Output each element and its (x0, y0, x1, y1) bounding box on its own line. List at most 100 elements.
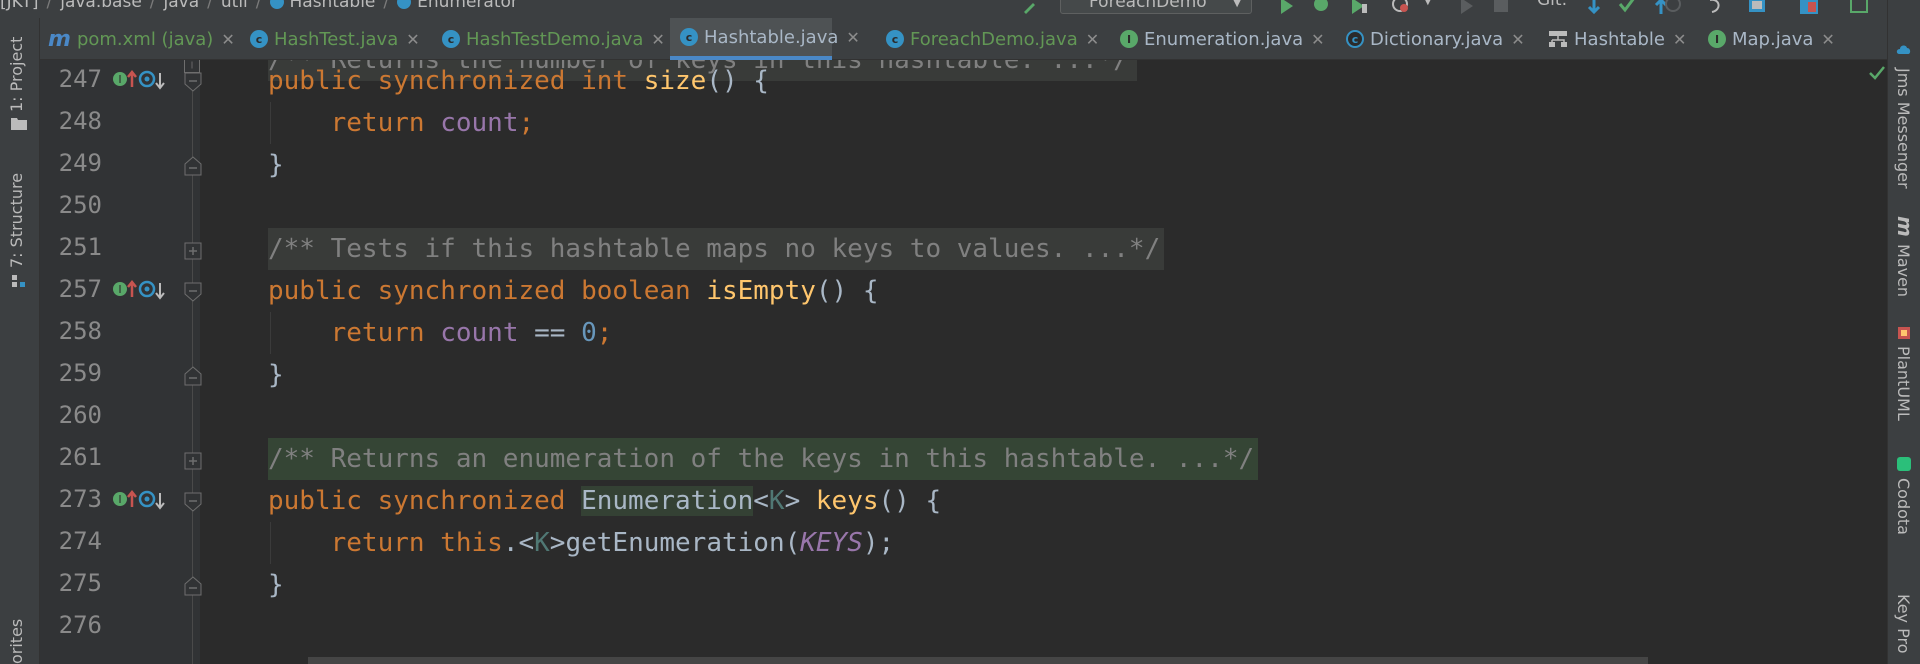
line-number: 274 (58, 527, 102, 555)
line-number: 247 (58, 65, 102, 93)
fold-start-icon[interactable] (184, 72, 202, 92)
tab-label: HashTest.java (274, 28, 399, 50)
codota-tool-button[interactable]: Codota (1894, 478, 1913, 535)
code-editor[interactable]: 247 248 249 250 251 257 258 259 260 261 … (40, 60, 1887, 664)
key-promoter-tool-button[interactable]: Key Pro (1894, 594, 1913, 653)
maven-icon: m (1893, 216, 1917, 237)
interface-icon: I (1120, 30, 1138, 48)
line-number: 261 (58, 443, 102, 471)
tab-hashtestdemo[interactable]: c HashTestDemo.java ✕ (442, 18, 665, 60)
tab-hashtest[interactable]: c HashTest.java ✕ (250, 18, 420, 60)
stop-icon[interactable] (1492, 0, 1510, 14)
code-line: public synchronized int size() { (268, 60, 769, 102)
class-icon: c (886, 30, 904, 48)
line-number: 251 (58, 233, 102, 261)
breadcrumb-item[interactable]: util (221, 0, 248, 12)
plantuml-tool-button[interactable]: PlantUML (1894, 346, 1913, 421)
tab-label: HashTestDemo.java (466, 28, 644, 50)
tab-dictionary[interactable]: c Dictionary.java ✕ (1346, 18, 1525, 60)
inspection-ok-icon[interactable] (1868, 65, 1886, 81)
tab-foreachdemo[interactable]: c ForeachDemo.java ✕ (886, 18, 1099, 60)
close-icon[interactable]: ✕ (1086, 30, 1099, 49)
expand-fold-icon[interactable] (184, 242, 202, 260)
debug-icon[interactable] (1312, 0, 1330, 14)
code-token: return (330, 528, 425, 558)
close-icon[interactable]: ✕ (406, 30, 419, 49)
code-token: < (753, 486, 769, 516)
fold-end-icon[interactable] (184, 366, 202, 386)
code-token: int (581, 66, 629, 96)
breadcrumb-item[interactable]: java.base (60, 0, 142, 12)
fold-end-icon[interactable] (184, 576, 202, 596)
folded-doc-comment[interactable]: /** Tests if this hashtable maps no keys… (268, 228, 1165, 270)
git-label: Git: (1537, 0, 1568, 10)
implements-marker-icon[interactable]: I (112, 69, 172, 91)
tab-pom-xml[interactable]: m pom.xml (java) ✕ (48, 18, 235, 60)
class-icon: c (442, 30, 460, 48)
expand-fold-icon[interactable] (184, 452, 202, 470)
implements-marker-icon[interactable]: I (112, 279, 172, 301)
fold-start-icon[interactable] (184, 282, 202, 302)
favorites-tool-button[interactable]: orites (7, 614, 26, 664)
cloud-icon (1896, 45, 1911, 54)
chevron-down-icon[interactable]: ▼ (1424, 0, 1432, 7)
highlighted-identifier[interactable]: Enumeration (581, 486, 754, 516)
code-token: K (768, 486, 785, 516)
horizontal-scrollbar[interactable] (308, 657, 1648, 664)
close-icon[interactable]: ✕ (1311, 30, 1324, 49)
structure-tool-button[interactable]: 7: Structure (7, 164, 26, 268)
breadcrumb-item[interactable]: Hashtable (290, 0, 376, 12)
svg-text:I: I (118, 493, 121, 506)
structure-icon (12, 275, 25, 287)
breadcrumb-item[interactable]: java (164, 0, 200, 12)
translate-icon[interactable] (1800, 0, 1818, 14)
close-icon[interactable]: ✕ (1673, 30, 1686, 49)
tab-hashtable-java[interactable]: c Hashtable.java ✕ (670, 18, 860, 60)
code-line: } (268, 360, 284, 390)
code-token: return (330, 108, 425, 138)
line-number: 260 (58, 401, 102, 429)
folded-doc-comment[interactable]: /** Returns an enumeration of the keys i… (268, 438, 1259, 480)
tab-hashtable-diagram[interactable]: Hashtable ✕ (1548, 18, 1686, 60)
rerun-icon[interactable] (1458, 0, 1476, 14)
close-icon[interactable]: ✕ (651, 30, 664, 49)
maven-icon: m (48, 26, 71, 52)
code-token: count (440, 318, 519, 348)
breadcrumb-item[interactable]: Enumerator (417, 0, 518, 12)
git-commit-icon[interactable] (1618, 0, 1636, 14)
git-update-icon[interactable] (1585, 0, 1603, 14)
profile-icon[interactable] (1392, 0, 1410, 14)
code-token: this (440, 528, 503, 558)
terminal-icon[interactable] (1850, 0, 1868, 14)
code-token: keys (815, 486, 879, 516)
fold-end-icon[interactable] (184, 156, 202, 176)
jms-messenger-tool-button[interactable]: Jms Messenger (1894, 68, 1913, 189)
code-token: == (518, 318, 582, 348)
close-icon[interactable]: ✕ (1511, 30, 1524, 49)
implements-marker-icon[interactable]: I (112, 489, 172, 511)
history-icon[interactable] (1664, 0, 1682, 14)
rollback-icon[interactable] (1706, 0, 1724, 14)
project-tool-button[interactable]: 1: Project (7, 32, 26, 112)
run-with-coverage-icon[interactable] (1350, 0, 1368, 14)
run-icon[interactable] (1278, 0, 1296, 14)
close-icon[interactable]: ✕ (221, 30, 234, 49)
fold-guide-line (192, 60, 193, 664)
tab-label: pom.xml (java) (76, 28, 214, 50)
code-token: .< (502, 528, 535, 558)
close-icon[interactable]: ✕ (846, 28, 859, 47)
tab-enumeration[interactable]: I Enumeration.java ✕ (1120, 18, 1325, 60)
run-configuration-selector[interactable]: ForeachDemo ▼ (1060, 0, 1252, 14)
maven-tool-button[interactable]: Maven (1894, 244, 1913, 297)
diagram-icon (1549, 31, 1567, 47)
abstract-class-icon: c (1346, 30, 1364, 48)
project-structure-icon[interactable] (1748, 0, 1766, 14)
class-icon (269, 0, 284, 9)
close-icon[interactable]: ✕ (1821, 30, 1834, 49)
code-token: isEmpty (706, 276, 816, 306)
breadcrumb-item[interactable]: [JKT] (0, 0, 39, 12)
breadcrumb-separator: / (149, 0, 156, 12)
tab-map[interactable]: I Map.java ✕ (1708, 18, 1835, 60)
build-hammer-icon[interactable] (1022, 0, 1040, 14)
fold-start-icon[interactable] (184, 492, 202, 512)
